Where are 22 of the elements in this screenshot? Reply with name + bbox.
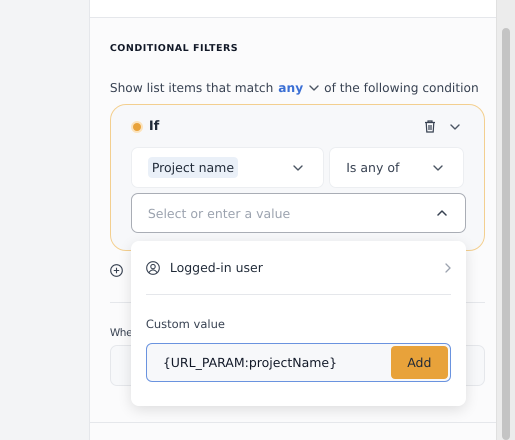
custom-value-field[interactable]: {URL_PARAM:projectName} Add — [146, 343, 451, 382]
value-select[interactable]: Select or enter a value — [130, 193, 466, 233]
menu-item[interactable]: Logged-in user — [146, 241, 451, 294]
add-button[interactable]: Add — [390, 346, 448, 379]
chevron-down-icon — [309, 85, 320, 91]
match-mode-dropdown[interactable]: any — [273, 81, 324, 95]
field-label: Custom value — [146, 317, 226, 331]
trash-icon — [424, 120, 436, 133]
chevron-down-icon — [293, 164, 304, 170]
field-select[interactable]: Project name — [130, 147, 324, 188]
user-circle-icon — [146, 260, 160, 274]
scrollbar-thumb[interactable] — [502, 28, 510, 440]
field-chip: Project name — [148, 157, 238, 178]
section-title: CONDITIONAL FILTERS — [110, 43, 240, 54]
chevron-down-icon — [432, 164, 443, 170]
status-dot — [132, 122, 141, 130]
plus-circle-icon — [110, 264, 123, 276]
sentence-text: of the following condition — [324, 81, 479, 95]
operator-select[interactable]: Is any of — [329, 147, 464, 188]
sentence-text: Show list items that match — [110, 81, 274, 95]
chevron-down-icon — [450, 124, 460, 130]
condition-label: If — [148, 119, 160, 134]
